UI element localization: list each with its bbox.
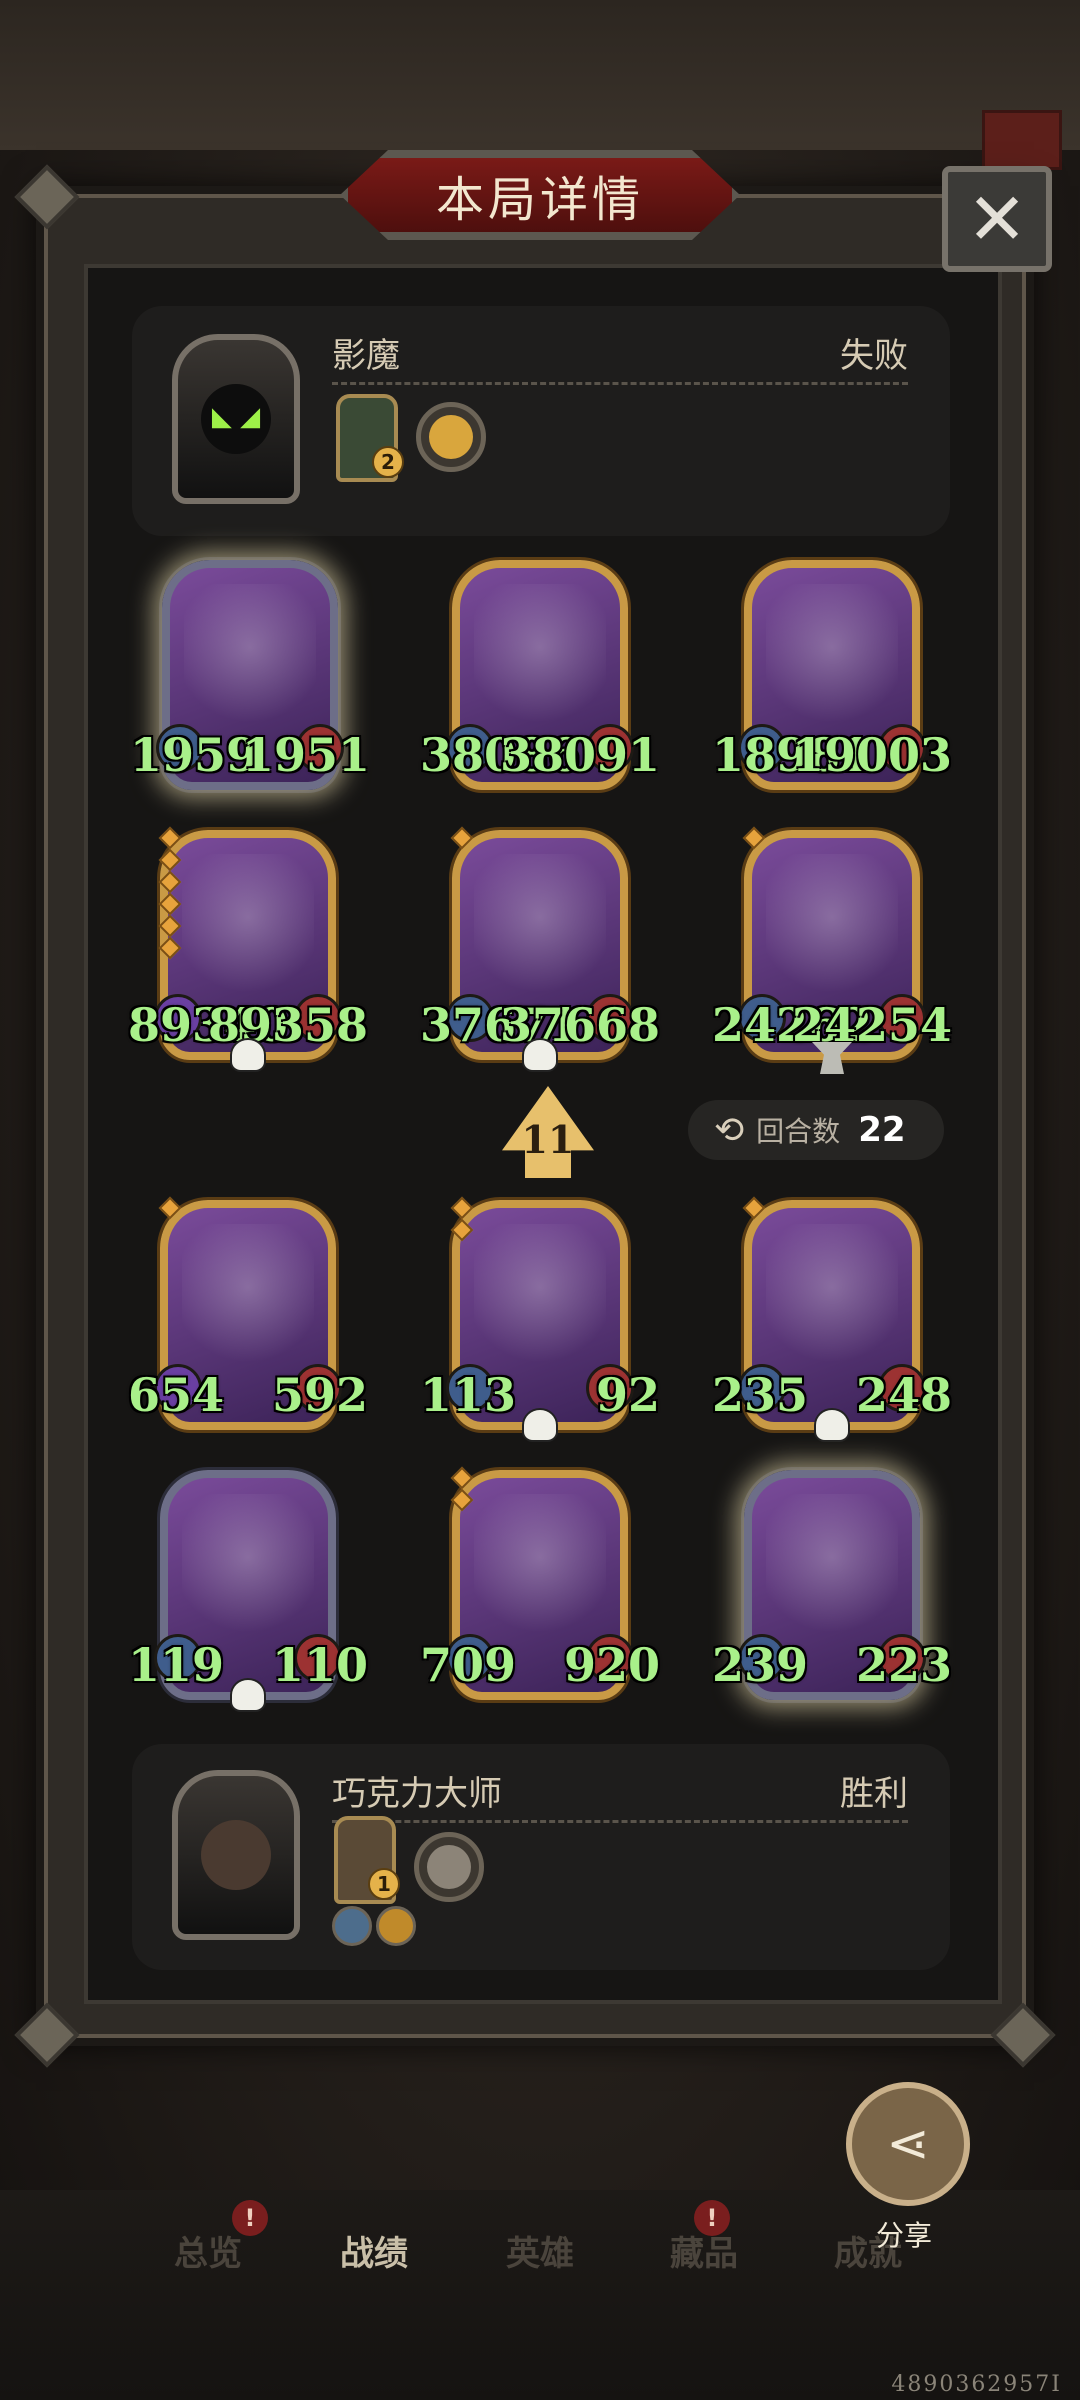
unit-attack: 113 <box>420 1368 517 1422</box>
unit-health: 92 <box>595 1368 660 1422</box>
skull-icon <box>230 1678 266 1712</box>
unit-attack: 119 <box>128 1638 225 1692</box>
game-id: 4890362957I <box>891 2372 1062 2397</box>
divider <box>332 1820 908 1823</box>
notification-dot-icon: ! <box>232 2200 268 2236</box>
unit-portrait <box>474 584 606 742</box>
upgrade-diamonds-icon <box>158 1196 182 1220</box>
unit-health: 920 <box>563 1638 660 1692</box>
player-name: 巧克力大师 <box>332 1774 502 1814</box>
unit-health: 110 <box>271 1638 368 1692</box>
unit-portrait <box>474 1494 606 1652</box>
skull-icon <box>522 1408 558 1442</box>
cycle-icon: ⟲ <box>714 1109 745 1151</box>
artifact-icon <box>427 1845 471 1889</box>
skull-icon <box>814 1408 850 1442</box>
nav-record[interactable]: 战绩 <box>340 2226 408 2275</box>
opponent-artifact-icon[interactable] <box>416 402 486 472</box>
unit-portrait <box>182 854 314 1012</box>
player-avatar[interactable] <box>172 1770 300 1940</box>
player-unit-6[interactable]: 239 223 <box>712 1470 952 1700</box>
unit-attack: 239 <box>712 1638 809 1692</box>
level-indicator: 11 <box>521 1117 575 1162</box>
round-counter: ⟲ 回合数 22 <box>688 1100 944 1160</box>
opponent-unit-1[interactable]: 1959 1951 <box>130 560 370 790</box>
unit-health: 248 <box>855 1368 952 1422</box>
unit-attack: 709 <box>420 1638 517 1692</box>
unit-attack: 235 <box>712 1368 809 1422</box>
unit-portrait <box>182 1494 314 1652</box>
round-value: 22 <box>858 1110 906 1150</box>
player-panel: 巧克力大师 胜利 1 <box>132 1744 950 1970</box>
unit-portrait <box>766 854 898 1012</box>
share-label: 分享 <box>876 2219 933 2252</box>
player-unit-4[interactable]: 119 110 <box>128 1470 368 1712</box>
opponent-hero-level-badge: 2 <box>372 446 404 478</box>
unit-portrait <box>182 1224 314 1382</box>
nav-heroes[interactable]: 英雄 <box>506 2226 574 2275</box>
unit-health: 38091 <box>499 728 660 782</box>
banner-decoration <box>982 110 1062 170</box>
opponent-result: 失败 <box>840 336 908 376</box>
unit-portrait <box>766 1224 898 1382</box>
round-label: 回合数 <box>756 1115 841 1148</box>
background-top <box>0 0 1080 150</box>
swords-icon[interactable] <box>332 1906 372 1946</box>
unit-health: 19003 <box>791 728 952 782</box>
unit-portrait <box>184 584 316 742</box>
share-icon: ⋖ <box>886 2114 930 2174</box>
unit-attack: 654 <box>128 1368 225 1422</box>
opponent-unit-2[interactable]: 38086 38091 <box>420 560 660 790</box>
unit-portrait <box>474 854 606 1012</box>
upgrade-diamonds-icon <box>450 826 474 850</box>
share-button[interactable]: ⋖ <box>846 2082 970 2206</box>
title-plate: 本局详情 <box>340 150 740 240</box>
upgrade-diamonds-icon <box>450 1196 474 1242</box>
opponent-avatar[interactable]: ◣ ◢ <box>172 334 300 504</box>
unit-health: 89358 <box>207 998 368 1052</box>
player-unit-1[interactable]: 654 592 <box>128 1196 368 1430</box>
gold-coin-icon <box>429 415 473 459</box>
skull-icon <box>522 1038 558 1072</box>
nav-overview[interactable]: 总览 <box>174 2226 242 2275</box>
notification-dot-icon: ! <box>694 2200 730 2236</box>
player-unit-3[interactable]: 235 248 <box>712 1196 952 1442</box>
opponent-unit-3[interactable]: 18981 19003 <box>712 560 952 790</box>
upgrade-diamonds-icon <box>158 826 182 960</box>
upgrade-diamonds-icon <box>450 1466 474 1512</box>
glowing-eyes-icon: ◣ ◢ <box>211 402 261 432</box>
hero-face-icon <box>201 1820 271 1890</box>
unit-health: 37668 <box>499 998 660 1052</box>
divider <box>332 382 908 385</box>
unit-attack: 1959 <box>130 728 259 782</box>
player-artifact-icon[interactable] <box>414 1832 484 1902</box>
page-title: 本局详情 <box>435 172 644 228</box>
opponent-unit-6[interactable]: 24262 24254 <box>712 826 952 1074</box>
unit-health: 592 <box>271 1368 368 1422</box>
player-unit-5[interactable]: 709 920 <box>420 1466 660 1700</box>
upgrade-diamonds-icon <box>742 826 766 850</box>
unit-portrait <box>766 1494 898 1652</box>
skull-icon <box>230 1038 266 1072</box>
unit-portrait <box>474 1224 606 1382</box>
opponent-name: 影魔 <box>332 336 400 376</box>
unit-health: 1951 <box>241 728 370 782</box>
opponent-unit-5[interactable]: 37671 37668 <box>420 826 660 1072</box>
close-button[interactable]: ✕ <box>942 166 1052 272</box>
unit-portrait <box>766 584 898 742</box>
unit-health: 223 <box>855 1638 952 1692</box>
opponent-panel: ◣ ◢ 影魔 失败 2 <box>132 306 950 536</box>
opponent-unit-4[interactable]: 89340 89358 <box>128 826 368 1072</box>
player-unit-2[interactable]: 113 92 <box>420 1196 660 1442</box>
upgrade-diamonds-icon <box>742 1196 766 1220</box>
player-hero-level-badge: 1 <box>368 1868 400 1900</box>
player-result: 胜利 <box>840 1774 908 1814</box>
horse-icon[interactable] <box>376 1906 416 1946</box>
close-icon: ✕ <box>966 177 1028 261</box>
